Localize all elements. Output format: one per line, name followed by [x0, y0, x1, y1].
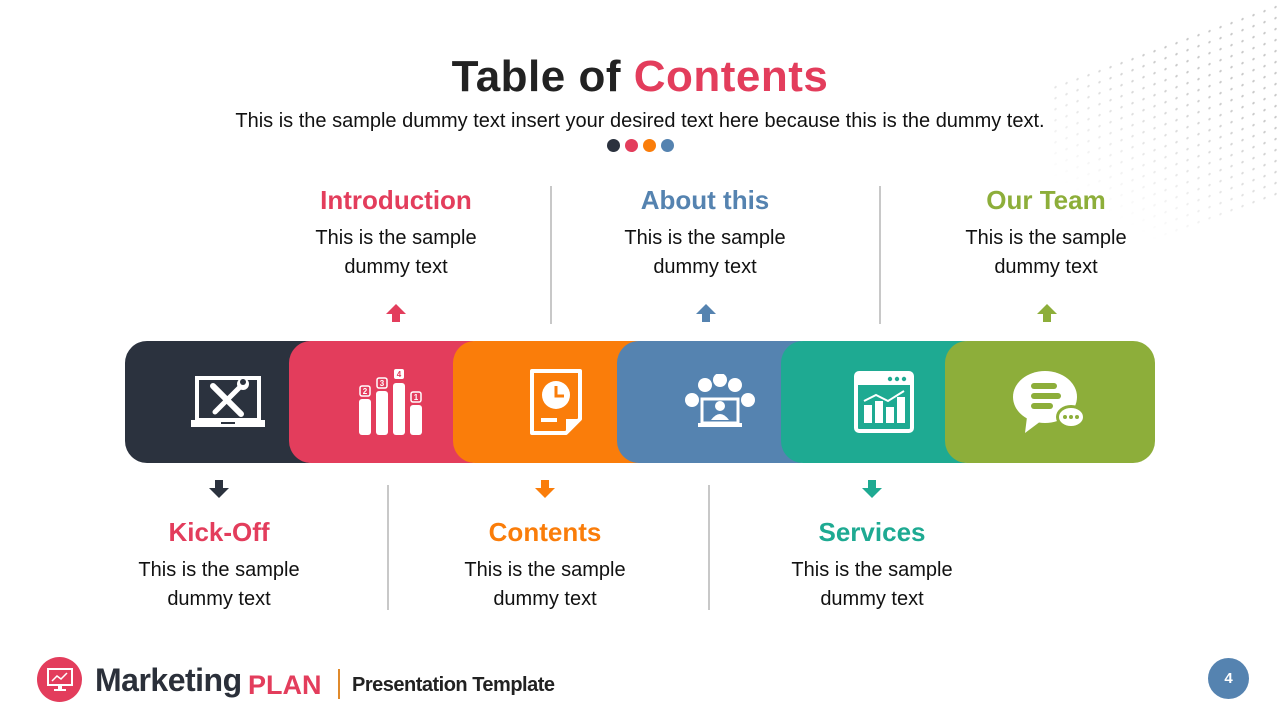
section-title: Contents: [488, 517, 602, 547]
divider-line: [387, 485, 389, 610]
svg-text:2: 2: [362, 387, 367, 396]
brand-name: Marketing: [95, 662, 242, 698]
indicator-dots: [607, 139, 674, 152]
laptop-tools-icon: [190, 376, 265, 427]
arrow-up-icon: [696, 304, 716, 322]
indicator-dot: [661, 139, 674, 152]
arrow-down-icon: [209, 480, 229, 498]
network-people-icon: [684, 374, 755, 427]
section-title: Kick-Off: [168, 517, 270, 547]
section-title: Services: [818, 517, 926, 547]
svg-text:4: 4: [396, 370, 401, 379]
page-title: Table of Contents: [0, 52, 1280, 102]
section-about[interactable]: About this This is the sample dummy text: [585, 185, 825, 282]
page-number-badge: 4: [1208, 658, 1249, 699]
page-subtitle: This is the sample dummy text insert you…: [235, 110, 1045, 132]
section-introduction[interactable]: Introduction This is the sample dummy tex…: [276, 185, 516, 282]
divider-line: [708, 485, 710, 610]
section-kickoff[interactable]: Kick-Off This is the sample dummy text: [99, 517, 339, 614]
divider-line: [550, 186, 552, 324]
arrow-down-icon: [535, 480, 555, 498]
ranking-bars-icon: 2 3 4 1: [358, 369, 422, 435]
section-title: Introduction: [320, 185, 472, 215]
document-clock-icon: [529, 369, 582, 435]
brand-logo: [37, 657, 82, 702]
section-contents[interactable]: Contents This is the sample dummy text: [425, 517, 665, 614]
section-description: This is the sample dummy text: [965, 227, 1127, 278]
browser-chart-icon: [853, 371, 914, 433]
section-description: This is the sample dummy text: [624, 227, 786, 278]
section-description: This is the sample dummy text: [791, 559, 953, 610]
brand-accent: PLAN: [248, 670, 322, 700]
arrow-up-icon: [1037, 304, 1057, 322]
section-services[interactable]: Services This is the sample dummy text: [752, 517, 992, 614]
title-part-2: Contents: [633, 52, 829, 101]
chat-bubble-icon: [1013, 371, 1086, 433]
svg-text:3: 3: [379, 379, 384, 388]
indicator-dot: [625, 139, 638, 152]
monitor-chart-icon: [46, 667, 73, 691]
section-description: This is the sample dummy text: [315, 227, 477, 278]
arrow-down-icon: [862, 480, 882, 498]
section-title: Our Team: [986, 185, 1106, 215]
arrow-up-icon: [386, 304, 406, 322]
brand-separator: [338, 669, 340, 699]
title-part-1: Table of: [451, 52, 622, 101]
indicator-dot: [643, 139, 656, 152]
section-team[interactable]: Our Team This is the sample dummy text: [926, 185, 1166, 282]
section-title: About this: [640, 185, 770, 215]
segment-team[interactable]: [945, 341, 1155, 463]
brand-tagline: Presentation Template: [352, 674, 555, 696]
svg-text:1: 1: [413, 393, 418, 402]
indicator-dot: [607, 139, 620, 152]
section-description: This is the sample dummy text: [138, 559, 300, 610]
divider-line: [879, 186, 881, 324]
section-description: This is the sample dummy text: [464, 559, 626, 610]
